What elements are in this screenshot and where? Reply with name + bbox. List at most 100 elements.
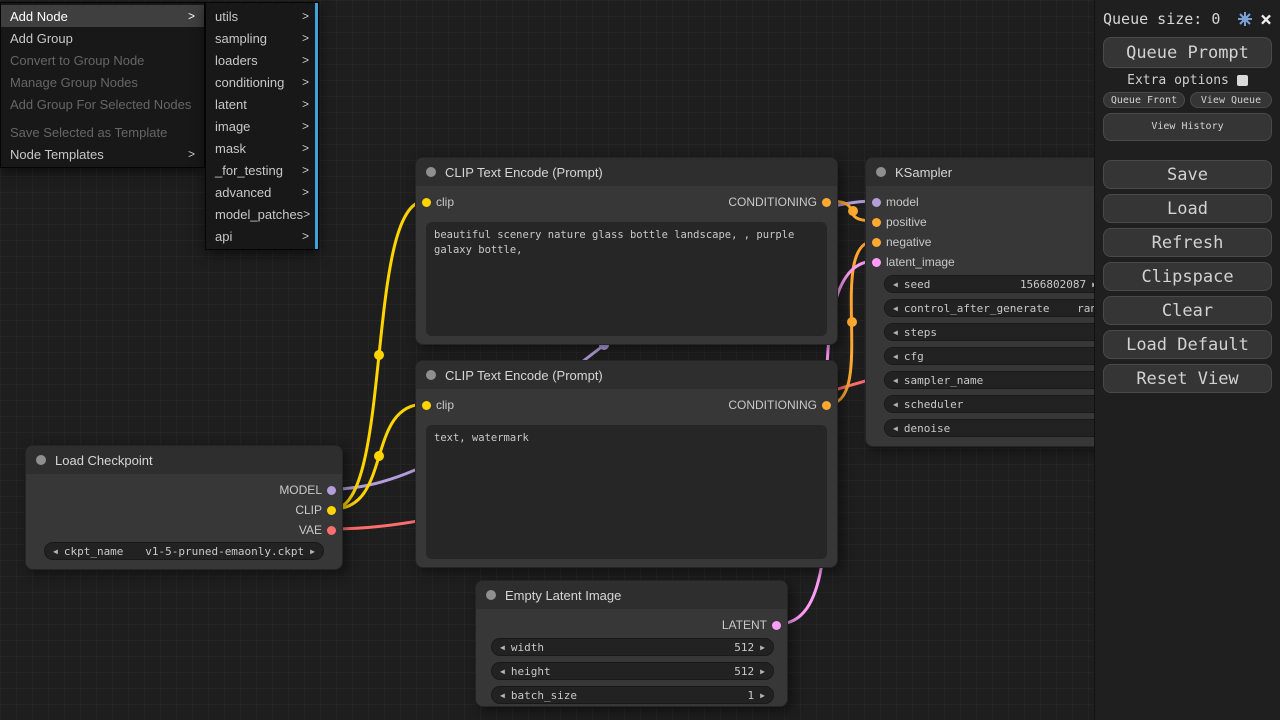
decrement-arrow-icon[interactable]: ◀ [893,352,898,361]
decrement-arrow-icon[interactable]: ◀ [500,667,505,676]
increment-arrow-icon[interactable]: ▶ [310,547,315,556]
output-slot-conditioning[interactable]: CONDITIONING [728,397,831,413]
submenu-item-api[interactable]: api > [206,225,318,247]
slot-dot-latent[interactable] [772,621,781,630]
menu-item-add-group-for-selected-nodes: Add Group For Selected Nodes [1,93,204,115]
menu-item-add-group[interactable]: Add Group [1,27,204,49]
menu-item-node-templates[interactable]: Node Templates > [1,143,204,165]
slot-dot-model[interactable] [327,486,336,495]
output-slot-clip[interactable]: CLIP [295,502,336,518]
refresh-button[interactable]: Refresh [1103,228,1272,257]
input-slot-positive[interactable]: positive [872,214,927,230]
extra-options-checkbox[interactable] [1237,75,1248,86]
decrement-arrow-icon[interactable]: ◀ [53,547,58,556]
slot-dot-model[interactable] [872,198,881,207]
submenu-item-image[interactable]: image > [206,115,318,137]
node-collapse-dot[interactable] [426,167,436,177]
submenu-item-utils[interactable]: utils > [206,5,318,27]
menu-item-convert-to-group-node: Convert to Group Node [1,49,204,71]
widget-width[interactable]: ◀ width 512 ▶ [491,638,774,656]
input-slot-clip[interactable]: clip [422,397,454,413]
decrement-arrow-icon[interactable]: ◀ [893,424,898,433]
slot-dot-vae[interactable] [327,526,336,535]
prompt-textarea[interactable]: text, watermark [426,425,827,559]
node-load-checkpoint[interactable]: Load Checkpoint MODEL CLIP VAE ◀ ckpt_na… [25,445,343,570]
node-title-bar: Empty Latent Image [476,581,787,609]
submenu-item-mask[interactable]: mask > [206,137,318,159]
widget-height[interactable]: ◀ height 512 ▶ [491,662,774,680]
save-button[interactable]: Save [1103,160,1272,189]
queue-front-button[interactable]: Queue Front [1103,92,1185,108]
input-slot-latent-image[interactable]: latent_image [872,254,955,270]
submenu-arrow-icon: > [303,207,310,221]
output-slot-vae[interactable]: VAE [299,522,336,538]
settings-gear-icon[interactable] [1237,11,1253,27]
output-slot-model[interactable]: MODEL [279,482,336,498]
prompt-textarea[interactable]: beautiful scenery nature glass bottle la… [426,222,827,336]
slot-dot-latent[interactable] [872,258,881,267]
submenu-item-loaders[interactable]: loaders > [206,49,318,71]
load-button[interactable]: Load [1103,194,1272,223]
submenu-arrow-icon: > [302,53,309,67]
node-empty-latent-image[interactable]: Empty Latent Image LATENT ◀ width 512 ▶ … [475,580,788,707]
link-dot-clip-2 [374,451,384,461]
menu-item-add-node[interactable]: Add Node > [1,5,204,27]
slot-dot-clip[interactable] [422,198,431,207]
submenu-scrollbar[interactable] [315,3,318,249]
output-slot-conditioning[interactable]: CONDITIONING [728,194,831,210]
widget-sampler-name[interactable]: ◀ sampler_name [884,371,1106,389]
submenu-item-for-testing[interactable]: _for_testing > [206,159,318,181]
graph-canvas[interactable]: CLIP Text Encode (Prompt) clip CONDITION… [0,0,1280,720]
decrement-arrow-icon[interactable]: ◀ [500,691,505,700]
node-collapse-dot[interactable] [426,370,436,380]
clipspace-button[interactable]: Clipspace [1103,262,1272,291]
decrement-arrow-icon[interactable]: ◀ [893,400,898,409]
decrement-arrow-icon[interactable]: ◀ [893,328,898,337]
submenu-item-model-patches[interactable]: model_patches > [206,203,318,225]
node-clip-text-encode-2[interactable]: CLIP Text Encode (Prompt) clip CONDITION… [415,360,838,568]
widget-ckpt-name[interactable]: ◀ ckpt_name v1-5-pruned-emaonly.ckpt ▶ [44,542,324,560]
view-history-button[interactable]: View History [1103,113,1272,141]
slot-dot-clip[interactable] [327,506,336,515]
submenu-item-conditioning[interactable]: conditioning > [206,71,318,93]
queue-size-label: Queue size: 0 [1103,10,1230,28]
decrement-arrow-icon[interactable]: ◀ [893,376,898,385]
submenu-item-advanced[interactable]: advanced > [206,181,318,203]
slot-dot-conditioning[interactable] [822,401,831,410]
extra-options-label: Extra options [1127,73,1229,88]
widget-control-after-generate[interactable]: ◀ control_after_generate ran [884,299,1106,317]
input-slot-clip[interactable]: clip [422,194,454,210]
node-ksampler[interactable]: KSampler model positive negative latent_… [865,157,1123,447]
node-collapse-dot[interactable] [36,455,46,465]
increment-arrow-icon[interactable]: ▶ [760,691,765,700]
slot-dot-conditioning[interactable] [872,218,881,227]
clear-button[interactable]: Clear [1103,296,1272,325]
input-slot-negative[interactable]: negative [872,234,931,250]
widget-batch-size[interactable]: ◀ batch_size 1 ▶ [491,686,774,704]
node-collapse-dot[interactable] [876,167,886,177]
widget-seed[interactable]: ◀ seed 1566802087 ▶ [884,275,1106,293]
widget-denoise[interactable]: ◀ denoise [884,419,1106,437]
load-default-button[interactable]: Load Default [1103,330,1272,359]
slot-dot-conditioning[interactable] [822,198,831,207]
input-slot-model[interactable]: model [872,194,919,210]
decrement-arrow-icon[interactable]: ◀ [500,643,505,652]
widget-scheduler[interactable]: ◀ scheduler [884,395,1106,413]
queue-prompt-button[interactable]: Queue Prompt [1103,37,1272,68]
submenu-item-sampling[interactable]: sampling > [206,27,318,49]
output-slot-latent[interactable]: LATENT [722,617,781,633]
widget-steps[interactable]: ◀ steps [884,323,1106,341]
decrement-arrow-icon[interactable]: ◀ [893,304,898,313]
increment-arrow-icon[interactable]: ▶ [760,643,765,652]
view-queue-button[interactable]: View Queue [1190,92,1272,108]
increment-arrow-icon[interactable]: ▶ [760,667,765,676]
decrement-arrow-icon[interactable]: ◀ [893,280,898,289]
node-collapse-dot[interactable] [486,590,496,600]
slot-dot-clip[interactable] [422,401,431,410]
slot-dot-conditioning[interactable] [872,238,881,247]
reset-view-button[interactable]: Reset View [1103,364,1272,393]
submenu-item-latent[interactable]: latent > [206,93,318,115]
widget-cfg[interactable]: ◀ cfg [884,347,1106,365]
node-clip-text-encode-1[interactable]: CLIP Text Encode (Prompt) clip CONDITION… [415,157,838,345]
close-icon[interactable]: × [1260,9,1272,29]
